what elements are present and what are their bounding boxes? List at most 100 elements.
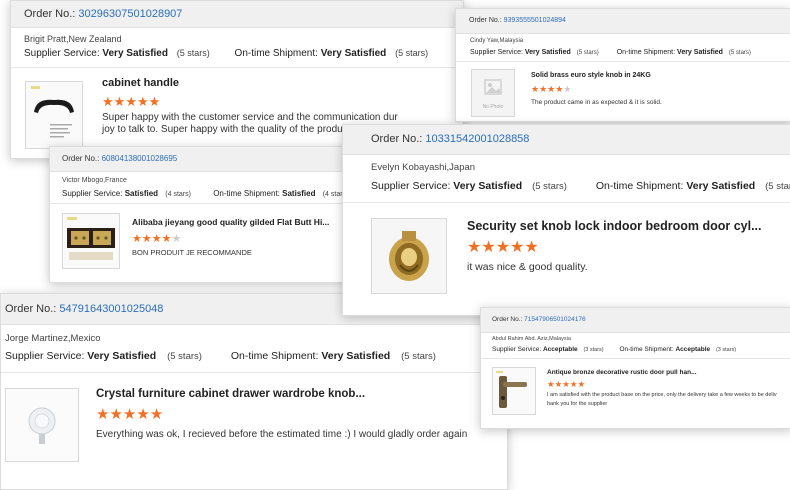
product-title[interactable]: Solid brass euro style knob in 24KG [531, 72, 651, 79]
star-filled-icon: ★ [547, 379, 555, 389]
star-filled-icon: ★ [555, 84, 564, 94]
door-knob-lock-image [389, 231, 429, 281]
star-filled-icon: ★ [149, 406, 164, 423]
service-ratings: Supplier Service: Very Satisfied (5 star… [24, 48, 428, 59]
divider [50, 203, 373, 204]
product-rating-stars: ★★★★★ [467, 237, 539, 257]
order-number-link[interactable]: 10331542001028858 [425, 133, 529, 145]
star-filled-icon: ★ [161, 233, 172, 245]
on-time-shipment-label: On-time Shipment: [595, 180, 684, 192]
supplier-service-stars: (3 stars) [583, 347, 604, 353]
buyer-name: Victor Mbogo,France [62, 177, 127, 184]
order-header: Order No.: 10331542001028858 [343, 125, 790, 155]
product-thumbnail[interactable] [492, 367, 536, 415]
product-thumbnail[interactable] [5, 388, 79, 462]
on-time-shipment-value: Very Satisfied [320, 48, 387, 59]
star-filled-icon: ★ [539, 84, 548, 94]
on-time-shipment-stars: (5 stars) [401, 351, 436, 362]
antique-door-handle-image [496, 371, 527, 408]
supplier-service-label: Supplier Service: [24, 48, 100, 59]
product-title[interactable]: Alibaba jieyang good quality gilded Flat… [132, 217, 329, 227]
supplier-service-label: Supplier Service: [371, 180, 451, 192]
star-filled-icon: ★ [531, 84, 540, 94]
order-number-link[interactable]: 71547906501024176 [524, 316, 585, 323]
product-title[interactable]: cabinet handle [102, 77, 179, 89]
supplier-service-label: Supplier Service: [470, 49, 523, 56]
product-rating-stars: ★★★★★ [102, 94, 160, 110]
star-filled-icon: ★ [102, 94, 114, 109]
supplier-service-value: Satisfied [124, 189, 159, 198]
review-comment: Everything was ok, I recieved before the… [96, 429, 468, 440]
on-time-shipment-stars: (3 stars) [715, 347, 737, 353]
supplier-service-value: Very Satisfied [453, 180, 523, 192]
service-ratings: Supplier Service: Very Satisfied (5 star… [470, 49, 751, 56]
star-filled-icon: ★ [510, 239, 525, 256]
review-card-2: Order No.: 9393555501024894 Cindy Yaw,Ma… [455, 8, 790, 122]
order-header: Order No.: 9393555501024894 [456, 9, 790, 34]
order-number-link[interactable]: 9393555501024894 [504, 17, 566, 24]
product-rating-stars: ★★★★★ [531, 84, 571, 95]
product-title[interactable]: Crystal furniture cabinet drawer wardrob… [96, 388, 365, 400]
on-time-shipment-value: Very Satisfied [677, 49, 723, 56]
on-time-shipment-value: Very Satisfied [686, 180, 756, 192]
supplier-service-label: Supplier Service: [62, 189, 123, 198]
star-filled-icon: ★ [132, 233, 142, 245]
star-filled-icon: ★ [569, 379, 578, 389]
no-photo-label: No Photo [482, 104, 504, 110]
order-number-link[interactable]: 54791643001025048 [59, 303, 163, 315]
service-ratings: Supplier Service: Very Satisfied (5 star… [5, 350, 436, 362]
supplier-service-stars: (4 stars) [165, 191, 191, 198]
order-number-link[interactable]: 30296307501028907 [78, 8, 182, 20]
supplier-service-stars: (5 stars) [167, 351, 202, 362]
review-card-5: Order No.: 54791643001025048 Jorge Marti… [0, 293, 508, 490]
star-filled-icon: ★ [141, 233, 152, 245]
service-ratings: Supplier Service: Very Satisfied (5 star… [371, 180, 790, 192]
star-filled-icon: ★ [547, 84, 556, 94]
review-card-3: Order No.: 60804138001028695 Victor Mbog… [49, 146, 374, 283]
order-number-link[interactable]: 60804138001028695 [102, 154, 178, 163]
on-time-shipment-value: Acceptable [675, 346, 711, 353]
star-filled-icon: ★ [148, 94, 161, 109]
on-time-shipment-stars: (5 stars) [395, 48, 429, 58]
star-filled-icon: ★ [467, 239, 482, 256]
star-filled-icon: ★ [96, 406, 110, 423]
product-thumbnail[interactable] [62, 213, 120, 269]
product-rating-stars: ★★★★★ [132, 232, 181, 245]
star-filled-icon: ★ [554, 379, 563, 389]
product-thumbnail[interactable] [371, 218, 447, 294]
review-comment-line-2: hank you for the supplier [547, 401, 608, 407]
buyer-name: Cindy Yaw,Malaysia [470, 38, 524, 44]
product-title[interactable]: Security set knob lock indoor bedroom do… [467, 219, 762, 233]
service-ratings: Supplier Service: Acceptable (3 stars) O… [492, 346, 736, 353]
review-card-4: Order No.: 10331542001028858 Evelyn Koba… [342, 124, 790, 316]
product-title[interactable]: Antique bronze decorative rustic door pu… [547, 369, 697, 376]
cabinet-handle-image [31, 86, 74, 138]
service-ratings: Supplier Service: Satisfied (4 stars) On… [62, 189, 348, 198]
divider [481, 358, 790, 359]
divider [11, 67, 463, 68]
supplier-service-stars: (5 stars) [576, 50, 599, 56]
star-filled-icon: ★ [136, 406, 150, 423]
product-thumbnail[interactable] [25, 81, 83, 149]
product-thumbnail[interactable]: No Photo [471, 69, 515, 117]
star-filled-icon: ★ [125, 94, 137, 109]
order-label: Order No.: [492, 316, 523, 323]
star-filled-icon: ★ [562, 379, 570, 389]
supplier-service-stars: (5 stars) [176, 48, 210, 58]
buyer-name: Evelyn Kobayashi,Japan [371, 162, 476, 173]
on-time-shipment-label: On-time Shipment: [213, 189, 280, 198]
on-time-shipment-label: On-time Shipment: [616, 49, 676, 56]
order-header: Order No.: 71547906501024176 [481, 308, 790, 333]
star-filled-icon: ★ [136, 94, 149, 109]
star-filled-icon: ★ [495, 239, 511, 256]
review-comment: BON PRODUIT JE RECOMMANDE [132, 248, 252, 257]
product-rating-stars: ★★★★★ [547, 379, 585, 390]
on-time-shipment-label: On-time Shipment: [619, 346, 674, 353]
supplier-service-label: Supplier Service: [5, 350, 85, 362]
divider [1, 372, 507, 373]
order-label: Order No.: [24, 8, 76, 20]
review-card-6: Order No.: 71547906501024176 Abdul Rahim… [480, 307, 790, 429]
buyer-name: Abdul Rahim Abd. Aziz,Malaysia [492, 336, 571, 342]
on-time-shipment-value: Very Satisfied [321, 350, 391, 362]
on-time-shipment-stars: (5 stars) [765, 181, 790, 192]
